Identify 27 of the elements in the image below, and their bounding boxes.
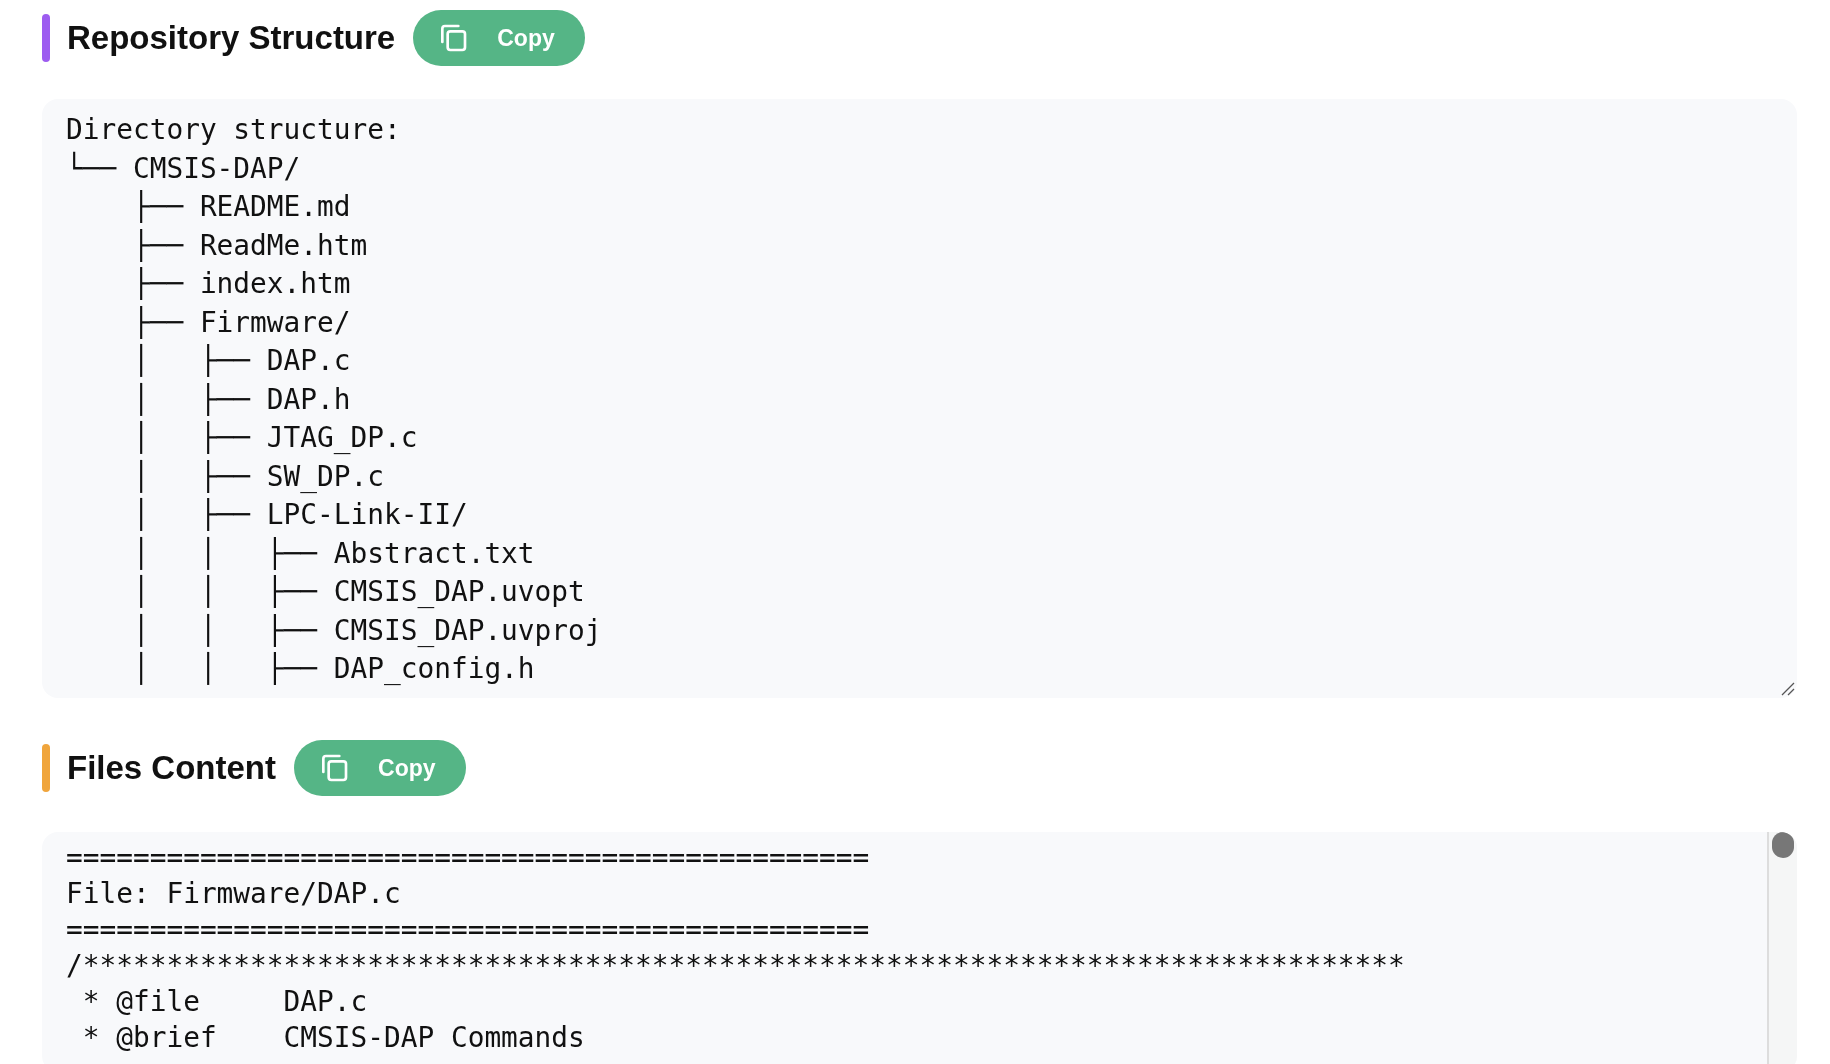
code-line: │ ├── SW_DP.c — [131, 458, 384, 495]
code-line: └── CMSIS-DAP/ — [66, 150, 301, 187]
copy-button[interactable]: Copy — [294, 740, 466, 796]
code-line: │ │ ├── DAP_config.h — [131, 651, 535, 687]
code-line: │ │ ├── CMSIS_DAP.uvopt — [131, 574, 585, 610]
code-line: │ │ ├── Abstract.txt — [131, 535, 535, 572]
code-line: │ ├── JTAG_DP.c — [131, 420, 418, 456]
code-line: │ ├── DAP.h — [131, 381, 351, 418]
code-line: /******************************************************************************* — [66, 948, 1405, 984]
code-line: │ │ ├── CMSIS_DAP.uvproj — [131, 612, 602, 649]
scrollbar-thumb[interactable] — [1772, 832, 1794, 858]
section-title: Files Content — [67, 749, 276, 787]
code-line: ================================================ — [66, 840, 870, 876]
code-line: ├── README.md — [131, 189, 351, 225]
code-line: ================================================ — [66, 912, 870, 948]
code-line: │ ├── LPC-Link-II/ — [131, 497, 468, 533]
code-line: Directory structure: — [66, 112, 401, 148]
section-title: Repository Structure — [67, 19, 396, 57]
code-line: │ ├── DAP.c — [131, 343, 351, 379]
code-line: ├── Firmware/ — [131, 304, 351, 341]
code-line: * @file DAP.c — [81, 984, 368, 1020]
code-line: * @brief CMSIS-DAP Commands — [81, 1020, 585, 1056]
code-line: File: Firmware/DAP.c — [66, 876, 401, 912]
code-line: ├── ReadMe.htm — [131, 227, 368, 264]
code-line: ├── index.htm — [131, 266, 351, 302]
resize-handle-icon[interactable] — [1781, 682, 1795, 696]
copy-button[interactable]: Copy — [413, 10, 585, 66]
